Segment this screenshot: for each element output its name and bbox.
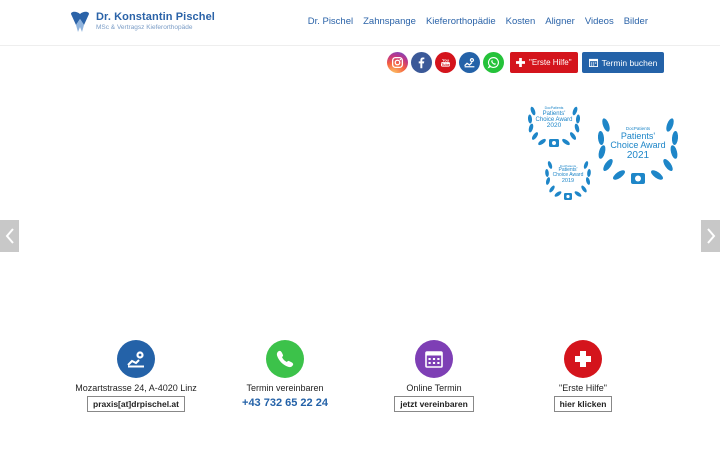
- info-online-appointment: Online Termin jetzt vereinbaren: [359, 340, 509, 412]
- first-aid-button[interactable]: "Erste Hilfe": [510, 52, 578, 73]
- nav-item-videos[interactable]: Videos: [585, 16, 614, 27]
- svg-text:You: You: [442, 58, 449, 62]
- first-aid-label: "Erste Hilfe": [559, 383, 607, 393]
- nav-item-kieferorthopaedie[interactable]: Kieferorthopädie: [426, 16, 496, 27]
- awards-group: DocPatients Patients' Choice Award 2020: [520, 95, 690, 205]
- address-label: Mozartstrasse 24, A-4020 Linz: [75, 383, 197, 393]
- nav-item-kosten[interactable]: Kosten: [506, 16, 536, 27]
- book-appointment-button[interactable]: Termin buchen: [581, 52, 665, 73]
- slider-next-button[interactable]: [701, 220, 720, 252]
- award-badge-2019: DocPatients Patients' Choice Award 2019: [542, 153, 594, 203]
- email-button[interactable]: praxis[at]drpischel.at: [87, 396, 185, 412]
- info-address: Mozartstrasse 24, A-4020 Linz praxis[at]…: [61, 340, 211, 412]
- phone-label: Termin vereinbaren: [246, 383, 324, 393]
- header: Dr. Konstantin Pischel MSc & Vertragsz K…: [0, 0, 720, 46]
- svg-text:Tube: Tube: [441, 63, 449, 67]
- location-icon[interactable]: [459, 52, 480, 73]
- nav-item-aligner[interactable]: Aligner: [545, 16, 575, 27]
- cross-icon: [564, 340, 602, 378]
- award-badge-2021: DocPatients Patients' Choice Award 2021: [592, 107, 684, 189]
- info-first-aid: "Erste Hilfe" hier klicken: [508, 340, 658, 412]
- facebook-icon[interactable]: [411, 52, 432, 73]
- info-phone: Termin vereinbaren +43 732 65 22 24: [210, 340, 360, 411]
- nav-item-zahnspange[interactable]: Zahnspange: [363, 16, 416, 27]
- book-appointment-label: Termin buchen: [601, 57, 658, 68]
- plus-cross-icon: [516, 58, 525, 67]
- calendar-icon: [588, 58, 598, 67]
- chevron-left-icon: [5, 228, 14, 244]
- nav-item-bilder[interactable]: Bilder: [624, 16, 648, 27]
- online-appointment-label: Online Termin: [406, 383, 462, 393]
- award-2020-year: 2020: [546, 122, 562, 130]
- logo[interactable]: Dr. Konstantin Pischel MSc & Vertragsz K…: [68, 10, 215, 34]
- page: Dr. Konstantin Pischel MSc & Vertragsz K…: [0, 0, 720, 450]
- location-icon: [117, 340, 155, 378]
- first-aid-button-label: "Erste Hilfe": [529, 58, 572, 67]
- nav-item-dr-pischel[interactable]: Dr. Pischel: [308, 16, 353, 27]
- phone-icon: [266, 340, 304, 378]
- main-nav: Dr. Pischel Zahnspange Kieferorthopädie …: [308, 16, 648, 27]
- youtube-icon[interactable]: You Tube: [435, 52, 456, 73]
- online-appointment-button[interactable]: jetzt vereinbaren: [394, 396, 474, 412]
- action-bar: You Tube "Erste Hilfe" Termin buchen: [387, 52, 665, 73]
- award-2019-year: 2019: [561, 177, 575, 184]
- whatsapp-icon[interactable]: [483, 52, 504, 73]
- calendar-icon: [415, 340, 453, 378]
- logo-name: Dr. Konstantin Pischel: [96, 11, 215, 24]
- slider-prev-button[interactable]: [0, 220, 19, 252]
- award-2021-year: 2021: [626, 149, 650, 161]
- first-aid-click-button[interactable]: hier klicken: [553, 396, 613, 412]
- logo-subtitle: MSc & Vertragsz Kieferorthopäde: [96, 24, 193, 32]
- tooth-logo-icon: [71, 11, 89, 32]
- award-badge-2020: DocPatients Patients' Choice Award 2020: [524, 97, 584, 151]
- chevron-right-icon: [706, 228, 715, 244]
- phone-number-link[interactable]: +43 732 65 22 24: [242, 397, 328, 409]
- instagram-icon[interactable]: [387, 52, 408, 73]
